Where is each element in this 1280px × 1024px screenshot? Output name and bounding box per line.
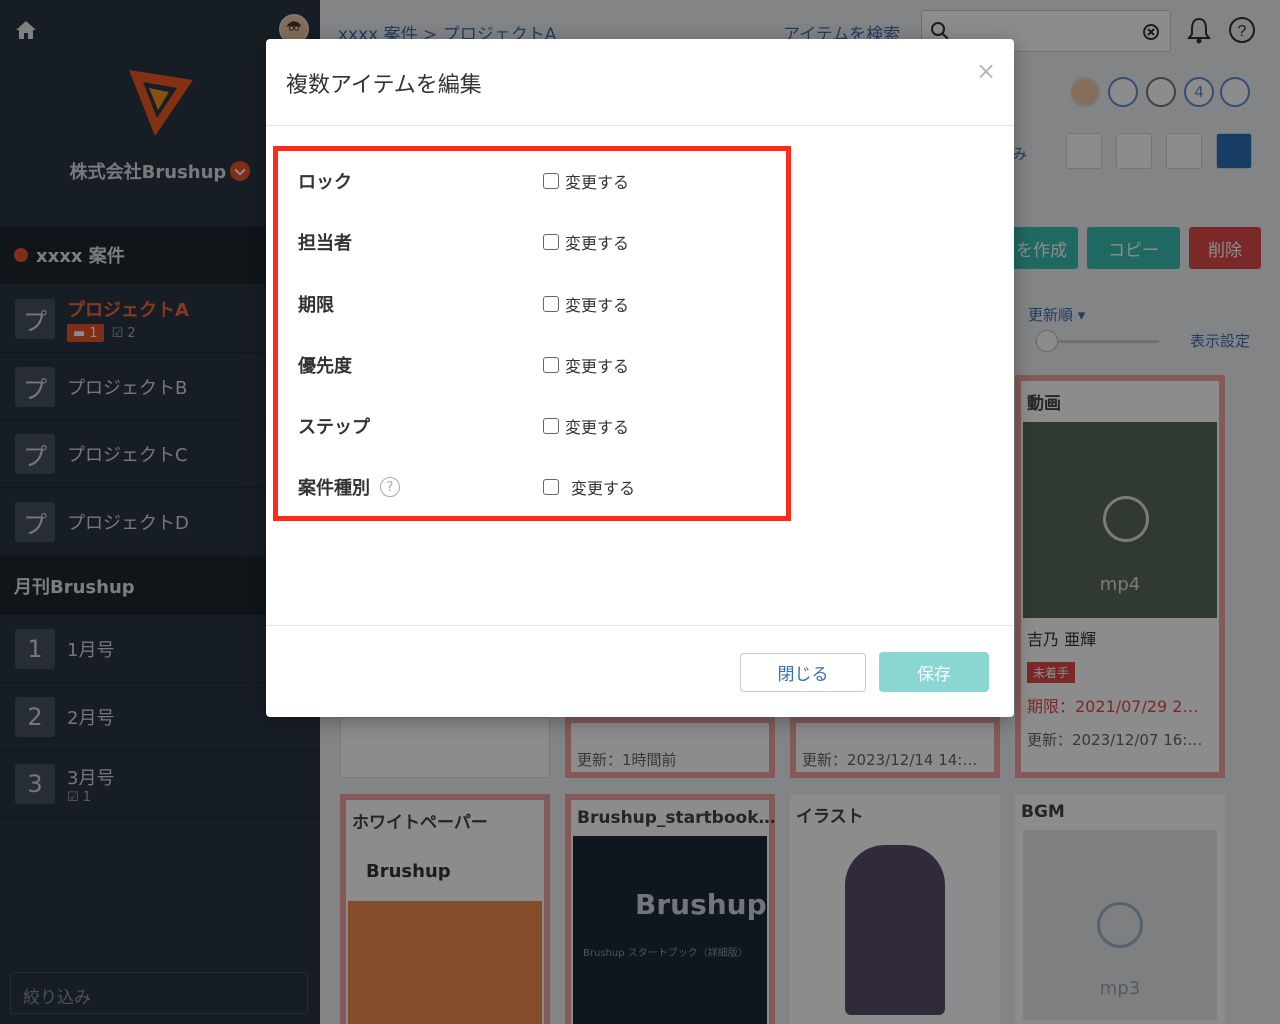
field-row-deadline: 期限 変更する [278,289,784,319]
change-checkbox[interactable]: 変更する [543,353,629,377]
field-label: 担当者 [298,233,352,254]
checkbox[interactable] [543,234,559,250]
field-label: 優先度 [298,356,352,377]
change-checkbox[interactable]: 変更する [543,292,629,316]
field-row-priority: 優先度 変更する [278,350,784,380]
field-label: ステップ [298,417,370,438]
divider [266,625,1014,626]
field-row-step: ステップ 変更する [278,411,784,441]
checkbox[interactable] [543,173,559,189]
field-row-lock: ロック 変更する [278,166,784,196]
checkbox-label[interactable]: 変更する [571,475,635,499]
checkbox-label[interactable]: 変更する [565,353,629,377]
field-label: 期限 [298,295,334,316]
highlight-frame: ロック 変更する 担当者 変更する 期限 変更する 優先度 変更する ステップ … [273,146,791,521]
checkbox-label[interactable]: 変更する [565,230,629,254]
checkbox[interactable] [543,418,559,434]
field-label: 案件種別? [298,474,400,500]
field-row-assignee: 担当者 変更する [278,227,784,257]
change-checkbox[interactable]: 変更する [543,414,629,438]
field-row-case-type: 案件種別? 変更する [278,472,784,502]
change-checkbox[interactable]: 変更する [543,230,629,254]
checkbox-label[interactable]: 変更する [565,169,629,193]
question-icon[interactable]: ? [380,477,400,497]
bulk-edit-dialog: 複数アイテムを編集 × ロック 変更する 担当者 変更する 期限 変更する 優先… [266,39,1014,717]
save-button[interactable]: 保存 [879,652,989,692]
close-button[interactable]: 閉じる [740,653,866,692]
dialog-title: 複数アイテムを編集 [286,73,482,98]
checkbox[interactable] [543,479,559,495]
checkbox[interactable] [543,357,559,373]
close-icon[interactable]: × [976,57,996,85]
change-checkbox[interactable]: 変更する [543,169,629,193]
checkbox-label[interactable]: 変更する [565,414,629,438]
checkbox[interactable] [543,296,559,312]
change-checkbox[interactable]: 変更する [543,475,635,499]
checkbox-label[interactable]: 変更する [565,292,629,316]
field-label: ロック [298,172,352,193]
divider [266,125,1014,126]
